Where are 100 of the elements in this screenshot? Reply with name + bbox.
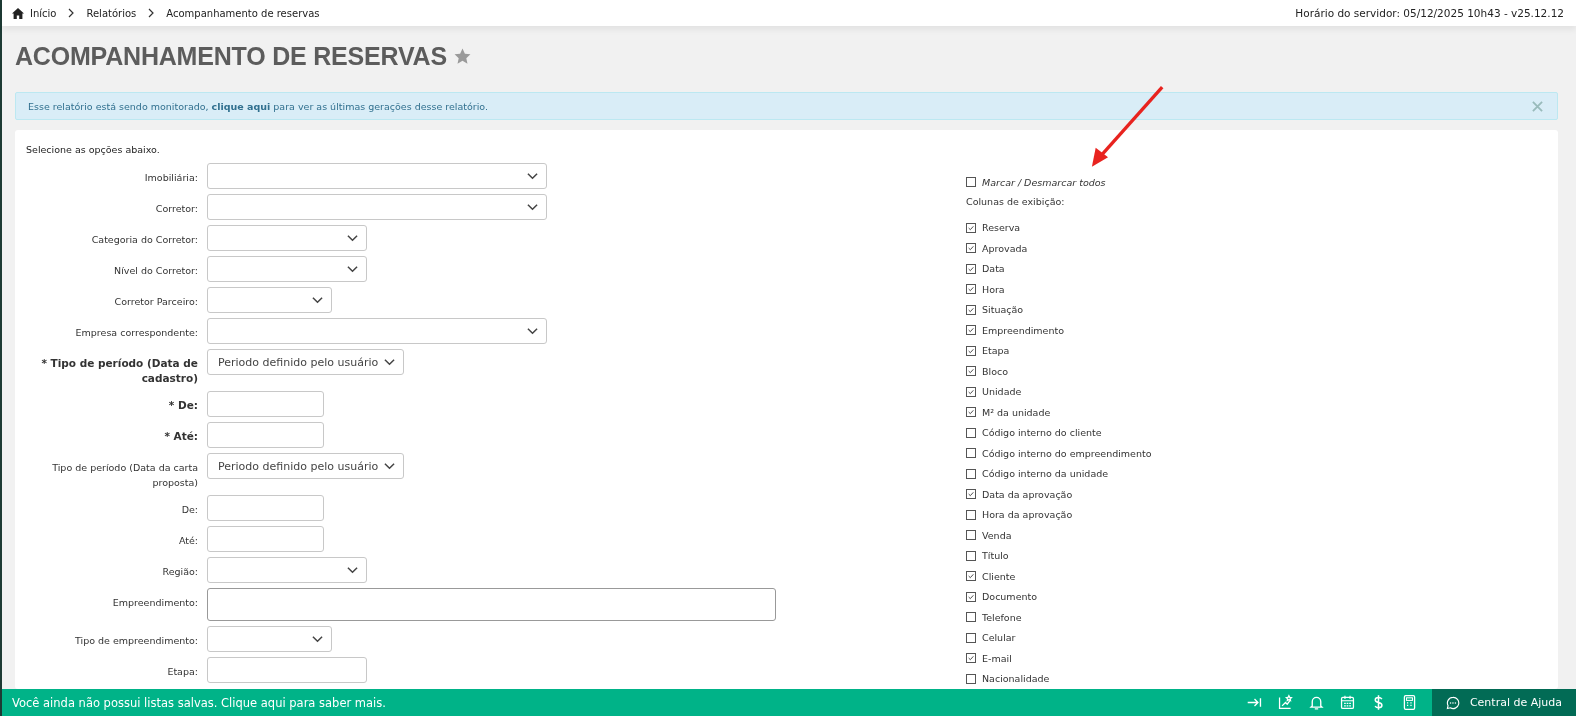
checkbox-label: Data da aprovação [982, 488, 1073, 500]
calculator-icon[interactable] [1401, 694, 1418, 711]
select-field[interactable] [207, 318, 547, 344]
select-field[interactable] [207, 225, 367, 251]
chevron-down-icon [312, 635, 323, 643]
checkbox-label: Bloco [982, 365, 1008, 377]
chevron-down-icon [527, 327, 538, 335]
field-label: Tipo de período (Data da carta proposta) [51, 461, 198, 490]
text-area[interactable] [207, 588, 776, 621]
breadcrumb-link[interactable]: Início [30, 7, 57, 19]
field-label: Tipo de empreendimento: [74, 634, 198, 648]
checkbox[interactable] [966, 427, 976, 438]
checkbox-label: Unidade [982, 386, 1022, 398]
input-field[interactable] [207, 422, 324, 448]
input-field[interactable] [207, 495, 324, 521]
checkbox[interactable] [966, 530, 976, 541]
field-label: * Tipo de período (Data de cadastro) [40, 356, 198, 386]
checkbox[interactable] [966, 366, 976, 377]
field-label: Até: [177, 534, 198, 548]
checkbox[interactable] [966, 550, 976, 561]
input-field[interactable] [207, 526, 324, 552]
checkbox[interactable] [966, 509, 976, 520]
checkbox-label: Hora da aprovação [982, 509, 1073, 521]
checkbox-label: Telefone [982, 611, 1022, 623]
server-time: Horário do servidor: 05/12/2025 10h43 - v25.12.12 [1295, 7, 1564, 19]
checkbox-label: E-mail [982, 652, 1012, 664]
checkbox-label: Celular [982, 632, 1016, 644]
checkbox-label: Etapa [982, 345, 1010, 357]
checkbox[interactable] [966, 263, 976, 274]
checkbox-label: Hora [982, 283, 1005, 295]
select-field[interactable] [207, 557, 367, 583]
checkbox-label: M² da unidade [982, 406, 1051, 418]
checkbox-label: Reserva [982, 222, 1021, 234]
chevron-down-icon [347, 234, 358, 242]
checkbox[interactable] [966, 612, 976, 623]
star-icon[interactable] [452, 46, 472, 66]
chart-star-icon[interactable] [1277, 694, 1294, 711]
breadcrumb-link[interactable]: Relatórios [86, 7, 137, 19]
checkbox[interactable] [966, 386, 976, 397]
checkbox-label: Código interno da unidade [982, 468, 1109, 480]
checkbox[interactable] [966, 243, 976, 254]
chevron-down-icon [527, 203, 538, 211]
select-field[interactable] [207, 626, 332, 652]
checkbox[interactable] [966, 591, 976, 602]
checkbox[interactable] [966, 222, 976, 233]
chevron-icon [68, 8, 75, 18]
select-field[interactable] [207, 194, 547, 220]
checkbox-label: Data [982, 263, 1005, 275]
field-label: De: [180, 503, 198, 517]
checkbox-label: Código interno do empreendimento [982, 447, 1152, 459]
checkbox-label: Aprovada [982, 242, 1028, 254]
field-label: Região: [161, 565, 198, 579]
checkbox[interactable] [966, 407, 976, 418]
field-label: Nível do Corretor: [113, 264, 198, 278]
field-label: Empreendimento: [111, 596, 198, 610]
select-field[interactable]: Periodo definido pelo usuário [207, 349, 404, 375]
checkbox[interactable] [966, 448, 976, 459]
checkbox[interactable] [966, 345, 976, 356]
checkbox-label: Documento [982, 591, 1038, 603]
checkbox-label: Cliente [982, 570, 1016, 582]
calendar-icon[interactable] [1339, 694, 1356, 711]
checkbox-label: Nacionalidade [982, 673, 1050, 685]
chevron-down-icon [347, 566, 358, 574]
checkbox[interactable] [966, 325, 976, 336]
field-label: Categoria do Corretor: [90, 233, 198, 247]
columns-heading: Colunas de exibição: [966, 194, 1066, 209]
field-label: Empresa correspondente: [74, 326, 198, 340]
input-field[interactable] [207, 657, 367, 683]
select-field[interactable]: Periodo definido pelo usuário [207, 453, 404, 479]
alert-message: Esse relatório está sendo monitorado, clique aqui para ver as últimas gerações desse relatório. [28, 100, 489, 112]
field-label: * De: [167, 398, 198, 413]
field-label: * Até: [163, 429, 198, 444]
field-label: Imobiliária: [143, 171, 198, 185]
bell-icon[interactable] [1308, 694, 1325, 711]
checkbox[interactable] [966, 632, 976, 643]
checkbox[interactable] [966, 571, 976, 582]
field-label: Etapa: [166, 665, 198, 679]
home-icon [12, 7, 24, 19]
checkbox-label: Empreendimento [982, 324, 1065, 336]
chat-icon [1446, 694, 1460, 711]
field-label: Corretor: [154, 202, 198, 216]
checkbox-label: Venda [982, 529, 1012, 541]
breadcrumb-link[interactable]: Acompanhamento de reservas [166, 7, 320, 19]
chevron-down-icon [312, 296, 323, 304]
checkbox-label: Marcar / Desmarcar todos [982, 176, 1106, 188]
select-field[interactable] [207, 163, 547, 189]
checkbox[interactable] [966, 284, 976, 295]
help-center-button[interactable]: Central de Ajuda [1432, 689, 1576, 716]
checkbox[interactable] [966, 468, 976, 479]
chevron-down-icon [347, 265, 358, 273]
select-field[interactable] [207, 256, 367, 282]
checkbox[interactable] [966, 177, 976, 188]
select-field[interactable] [207, 287, 332, 313]
checkbox[interactable] [966, 489, 976, 500]
checkbox[interactable] [966, 653, 976, 664]
input-field[interactable] [207, 391, 324, 417]
chevron-down-icon [384, 358, 395, 366]
checkbox[interactable] [966, 304, 976, 315]
checkbox[interactable] [966, 673, 976, 684]
checkbox-label: Situação [982, 304, 1024, 316]
